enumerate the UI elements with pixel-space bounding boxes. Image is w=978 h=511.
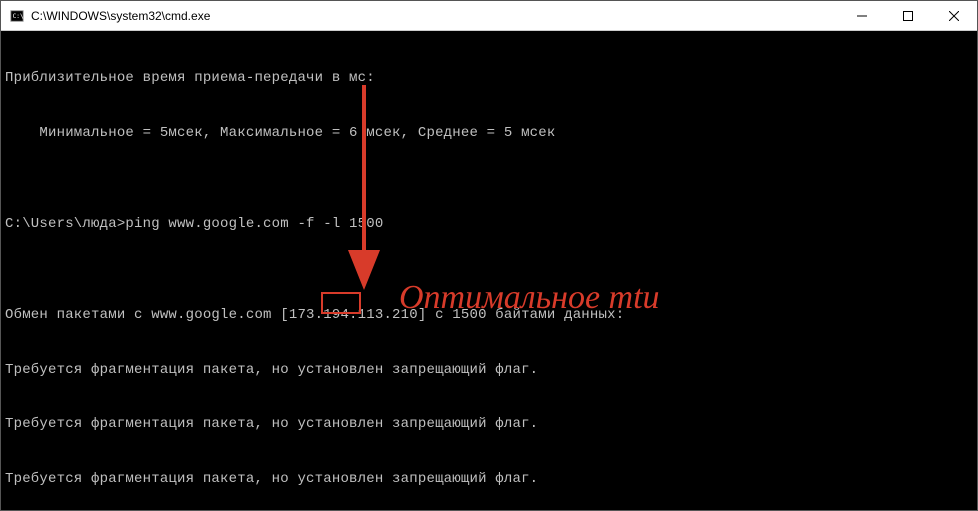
window-controls bbox=[839, 1, 977, 31]
output-line: Минимальное = 5мсек, Максимальное = 6 мс… bbox=[5, 124, 973, 142]
titlebar[interactable]: C:\ C:\WINDOWS\system32\cmd.exe bbox=[1, 1, 977, 31]
close-button[interactable] bbox=[931, 1, 977, 31]
cmd-icon: C:\ bbox=[9, 8, 25, 24]
minimize-button[interactable] bbox=[839, 1, 885, 31]
svg-text:C:\: C:\ bbox=[13, 12, 24, 19]
output-line: Приблизительное время приема-передачи в … bbox=[5, 69, 973, 87]
output-line: Требуется фрагментация пакета, но устано… bbox=[5, 361, 973, 379]
cmd-window: C:\ C:\WINDOWS\system32\cmd.exe Приблизи… bbox=[0, 0, 978, 511]
output-line: Обмен пакетами с www.google.com [173.194… bbox=[5, 306, 973, 324]
maximize-button[interactable] bbox=[885, 1, 931, 31]
prompt-line: C:\Users\люда>ping www.google.com -f -l … bbox=[5, 215, 973, 233]
output-line: Требуется фрагментация пакета, но устано… bbox=[5, 470, 973, 488]
window-title: C:\WINDOWS\system32\cmd.exe bbox=[31, 9, 839, 23]
output-line: Требуется фрагментация пакета, но устано… bbox=[5, 415, 973, 433]
terminal-output[interactable]: Приблизительное время приема-передачи в … bbox=[1, 31, 977, 510]
